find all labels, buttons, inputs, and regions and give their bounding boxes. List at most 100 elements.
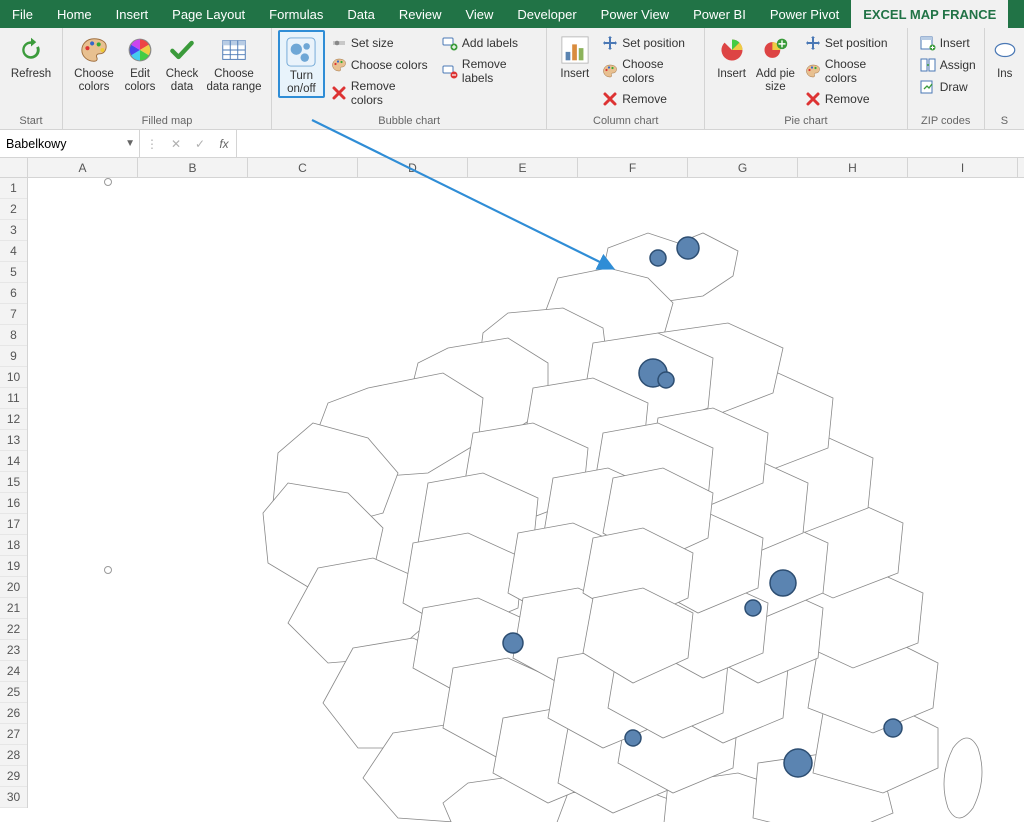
tab-data[interactable]: Data xyxy=(335,0,386,28)
object-handle[interactable] xyxy=(104,178,112,186)
tab-home[interactable]: Home xyxy=(45,0,104,28)
add-pie-size-button[interactable]: Add pie size xyxy=(752,30,799,94)
sheet-canvas[interactable] xyxy=(28,178,1024,822)
tab-formulas[interactable]: Formulas xyxy=(257,0,335,28)
column-header[interactable]: H xyxy=(798,158,908,177)
name-box-input[interactable] xyxy=(6,137,133,151)
column-header[interactable]: G xyxy=(688,158,798,177)
turn-on-off-button[interactable]: Turn on/off xyxy=(278,30,325,98)
row-header[interactable]: 4 xyxy=(0,241,27,262)
column-header[interactable]: B xyxy=(138,158,248,177)
tab-power-view[interactable]: Power View xyxy=(589,0,681,28)
pie-remove-button[interactable]: Remove xyxy=(803,90,901,108)
remove-x-icon xyxy=(805,91,821,107)
row-header[interactable]: 28 xyxy=(0,745,27,766)
object-handle[interactable] xyxy=(104,566,112,574)
column-choose-colors-button[interactable]: Choose colors xyxy=(600,56,698,86)
formula-input[interactable] xyxy=(237,130,1024,157)
tab-developer[interactable]: Developer xyxy=(505,0,588,28)
pie-insert-button[interactable]: Insert xyxy=(711,30,752,81)
row-header[interactable]: 22 xyxy=(0,619,27,640)
bubble[interactable] xyxy=(770,570,796,596)
row-header[interactable]: 11 xyxy=(0,388,27,409)
zip-draw-button[interactable]: Draw xyxy=(918,78,978,96)
bubble-choose-colors-button[interactable]: Choose colors xyxy=(329,56,430,74)
row-header[interactable]: 25 xyxy=(0,682,27,703)
bubble[interactable] xyxy=(784,749,812,777)
refresh-button[interactable]: Refresh xyxy=(6,30,56,81)
row-header[interactable]: 30 xyxy=(0,787,27,808)
row-header[interactable]: 18 xyxy=(0,535,27,556)
column-header[interactable]: F xyxy=(578,158,688,177)
row-header[interactable]: 12 xyxy=(0,409,27,430)
tab-power-pivot[interactable]: Power Pivot xyxy=(758,0,851,28)
check-data-button[interactable]: Check data xyxy=(161,30,203,94)
remove-labels-button[interactable]: Remove labels xyxy=(440,56,540,86)
row-header[interactable]: 13 xyxy=(0,430,27,451)
row-header[interactable]: 17 xyxy=(0,514,27,535)
row-header[interactable]: 8 xyxy=(0,325,27,346)
tab-page-layout[interactable]: Page Layout xyxy=(160,0,257,28)
edit-colors-button[interactable]: Edit colors xyxy=(119,30,161,94)
cancel-formula-icon[interactable]: ✕ xyxy=(168,137,184,151)
tab-review[interactable]: Review xyxy=(387,0,454,28)
row-header[interactable]: 9 xyxy=(0,346,27,367)
row-header[interactable]: 7 xyxy=(0,304,27,325)
row-header[interactable]: 20 xyxy=(0,577,27,598)
row-header[interactable]: 23 xyxy=(0,640,27,661)
column-header[interactable]: A xyxy=(28,158,138,177)
truncated-insert-button[interactable]: Ins xyxy=(991,30,1019,81)
tab-power-bi[interactable]: Power BI xyxy=(681,0,758,28)
formula-options-icon[interactable]: ⋮ xyxy=(144,137,160,151)
row-header[interactable]: 3 xyxy=(0,220,27,241)
tab-view[interactable]: View xyxy=(453,0,505,28)
bubble[interactable] xyxy=(884,719,902,737)
column-insert-button[interactable]: Insert xyxy=(553,30,596,81)
name-box[interactable]: ▼ xyxy=(0,130,140,157)
row-header[interactable]: 27 xyxy=(0,724,27,745)
row-header[interactable]: 19 xyxy=(0,556,27,577)
bubble[interactable] xyxy=(745,600,761,616)
tab-file[interactable]: File xyxy=(0,0,45,28)
row-header[interactable]: 14 xyxy=(0,451,27,472)
row-header[interactable]: 15 xyxy=(0,472,27,493)
pie-set-position-button[interactable]: Set position xyxy=(803,34,901,52)
choose-data-range-button[interactable]: Choose data range xyxy=(203,30,265,94)
row-header[interactable]: 2 xyxy=(0,199,27,220)
tab-insert[interactable]: Insert xyxy=(104,0,161,28)
column-header[interactable]: D xyxy=(358,158,468,177)
add-labels-button[interactable]: Add labels xyxy=(440,34,540,52)
column-header[interactable]: C xyxy=(248,158,358,177)
worksheet[interactable]: ABCDEFGHI 123456789101112131415161718192… xyxy=(0,158,1024,822)
set-size-button[interactable]: Set size xyxy=(329,34,430,52)
row-header[interactable]: 5 xyxy=(0,262,27,283)
select-all-corner[interactable] xyxy=(0,158,28,178)
row-header[interactable]: 21 xyxy=(0,598,27,619)
zip-assign-button[interactable]: Assign xyxy=(918,56,978,74)
row-header[interactable]: 10 xyxy=(0,367,27,388)
row-header[interactable]: 6 xyxy=(0,283,27,304)
france-map[interactable] xyxy=(258,218,998,822)
column-header[interactable]: I xyxy=(908,158,1018,177)
fx-icon[interactable]: fx xyxy=(216,137,232,151)
row-header[interactable]: 24 xyxy=(0,661,27,682)
zip-insert-button[interactable]: Insert xyxy=(918,34,978,52)
bubble[interactable] xyxy=(677,237,699,259)
bubble[interactable] xyxy=(625,730,641,746)
column-remove-button[interactable]: Remove xyxy=(600,90,698,108)
column-set-position-button[interactable]: Set position xyxy=(600,34,698,52)
name-box-dropdown-icon[interactable]: ▼ xyxy=(125,138,135,149)
choose-colors-button[interactable]: Choose colors xyxy=(69,30,119,94)
tab-excel-map-france[interactable]: EXCEL MAP FRANCE xyxy=(851,0,1008,28)
bubble[interactable] xyxy=(658,372,674,388)
row-header[interactable]: 29 xyxy=(0,766,27,787)
bubble[interactable] xyxy=(503,633,523,653)
enter-formula-icon[interactable]: ✓ xyxy=(192,137,208,151)
remove-colors-button[interactable]: Remove colors xyxy=(329,78,430,108)
row-header[interactable]: 1 xyxy=(0,178,27,199)
row-header[interactable]: 26 xyxy=(0,703,27,724)
row-header[interactable]: 16 xyxy=(0,493,27,514)
bubble[interactable] xyxy=(650,250,666,266)
column-header[interactable]: E xyxy=(468,158,578,177)
pie-choose-colors-button[interactable]: Choose colors xyxy=(803,56,901,86)
